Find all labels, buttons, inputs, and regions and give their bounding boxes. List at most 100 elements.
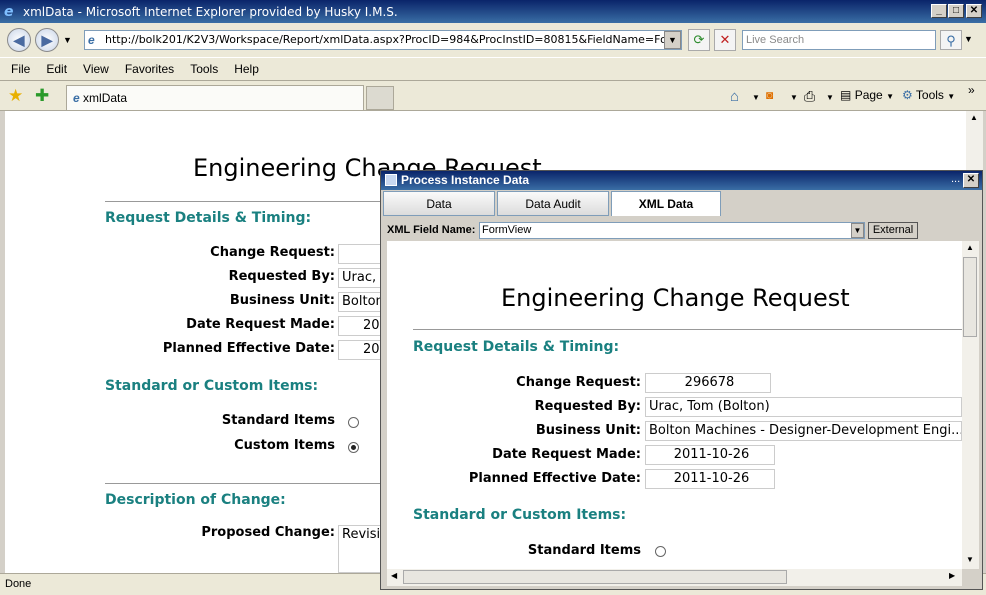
dialog-date-request-made-label: Date Request Made: [492,447,641,462]
page-menu-chevron-icon: ▼ [886,92,894,101]
tab-xml-data[interactable]: XML Data [611,191,721,216]
dialog-scroll-right-icon[interactable]: ▶ [949,571,955,580]
dialog-title: Process Instance Data [401,173,530,187]
dialog-standard-items-label: Standard Items [527,543,641,558]
dialog-planned-effective-date-field: 2011-10-26 [645,469,775,489]
section-request-details: Request Details & Timing: [105,210,312,226]
search-input[interactable]: Live Search [742,30,936,50]
address-dropdown-chevron-icon[interactable]: ▼ [664,31,681,49]
home-icon[interactable]: ⌂ [730,88,739,105]
business-unit-label: Business Unit: [229,293,335,308]
minimize-button[interactable]: _ [931,4,947,18]
menu-tools[interactable]: Tools [190,62,218,76]
window-titlebar: e xmlData - Microsoft Internet Explorer … [0,0,986,23]
section-description: Description of Change: [105,492,286,508]
dialog-page-title: Engineering Change Request [501,284,850,312]
page-menu-label: Page [854,88,883,102]
dialog-date-request-made-field: 2011-10-26 [645,445,775,465]
xml-field-select[interactable]: FormView [479,222,865,239]
page-menu-button[interactable]: ▤ Page ▼ [840,88,894,102]
favorites-star-icon[interactable]: ★ [8,86,23,106]
dialog-hscroll-thumb[interactable] [403,570,787,584]
dialog-section-request-details: Request Details & Timing: [413,339,620,355]
print-icon[interactable]: ⎙ [804,88,815,105]
tab-xmldata[interactable]: e xmlData [66,85,364,110]
print-chevron-icon[interactable]: ▼ [826,93,834,102]
dialog-scroll-down-icon[interactable]: ▼ [966,555,974,564]
dialog-window-icon [385,174,397,186]
status-text: Done [5,578,32,590]
dialog-vertical-scrollbar[interactable]: ▲ ▼ [962,241,979,569]
dialog-titlebar: Process Instance Data [381,171,982,190]
tab-data-audit[interactable]: Data Audit [497,191,609,216]
menu-bar: File Edit View Favorites Tools Help [0,57,986,81]
tab-page-icon: e [73,91,80,105]
standard-items-radio[interactable] [348,417,359,428]
refresh-button[interactable]: ⟳ [688,29,710,51]
feeds-chevron-icon[interactable]: ▼ [790,93,798,102]
menu-file[interactable]: File [11,62,30,76]
xml-field-label: XML Field Name: [387,224,476,236]
scroll-up-icon[interactable]: ▲ [970,113,978,122]
dialog-title-divider [413,329,962,330]
ie-logo-icon: e [4,3,14,20]
menu-view[interactable]: View [83,62,109,76]
close-button[interactable]: ✕ [966,4,982,18]
search-options-chevron-icon[interactable]: ▼ [964,34,973,44]
requested-by-label: Requested By: [228,269,335,284]
dialog-more-icon[interactable]: ... [951,173,960,185]
proposed-change-label: Proposed Change: [201,525,335,540]
toolbar-overflow-icon[interactable]: » [968,83,975,97]
tab-label: xmlData [83,91,128,105]
dialog-planned-effective-date-label: Planned Effective Date: [468,471,641,486]
dialog-xml-content: Engineering Change Request Request Detai… [387,241,962,571]
tools-menu-label: Tools [915,88,944,102]
page-menu-icon: ▤ [840,88,852,102]
forward-button[interactable]: ▶ [35,28,59,52]
tools-menu-button[interactable]: ⚙ Tools ▼ [902,88,955,102]
dialog-scroll-left-icon[interactable]: ◀ [391,571,397,580]
maximize-button[interactable]: □ [948,4,964,18]
xml-field-value: FormView [482,224,532,236]
external-button[interactable]: External [868,222,918,239]
dialog-close-button[interactable]: ✕ [963,173,979,188]
tab-data[interactable]: Data [383,191,495,216]
address-input[interactable]: http://bolk201/K2V3/Workspace/Report/xml… [84,30,682,50]
dialog-standard-items-radio[interactable] [655,546,666,557]
dialog-requested-by-label: Requested By: [534,399,641,414]
page-icon: e [88,33,95,47]
dialog-scroll-up-icon[interactable]: ▲ [966,243,974,252]
search-placeholder: Live Search [746,34,805,46]
dialog-scroll-thumb[interactable] [963,257,977,337]
add-favorite-icon[interactable]: ✚ [35,86,49,106]
dialog-section-standard-custom: Standard or Custom Items: [413,507,627,523]
gear-icon: ⚙ [902,88,913,102]
dialog-business-unit-label: Business Unit: [535,423,641,438]
planned-effective-date-label: Planned Effective Date: [162,341,335,356]
stop-button[interactable]: ✕ [714,29,736,51]
standard-items-label: Standard Items [221,413,335,428]
menu-favorites[interactable]: Favorites [125,62,174,76]
feeds-icon[interactable]: ◙ [766,88,773,102]
new-tab-button[interactable] [366,86,394,110]
custom-items-radio[interactable] [348,442,359,453]
custom-items-label: Custom Items [234,438,335,453]
recent-pages-chevron-icon[interactable]: ▼ [63,35,72,45]
date-request-made-label: Date Request Made: [186,317,335,332]
tools-menu-chevron-icon: ▼ [947,92,956,101]
menu-help[interactable]: Help [234,62,259,76]
title-divider [105,201,395,202]
section-standard-custom: Standard or Custom Items: [105,378,319,394]
dialog-change-request-label: Change Request: [516,375,641,390]
back-button[interactable]: ◀ [7,28,31,52]
address-text: http://bolk201/K2V3/Workspace/Report/xml… [105,33,682,46]
dialog-change-request-field: 296678 [645,373,771,393]
description-divider [105,483,395,484]
menu-edit[interactable]: Edit [46,62,67,76]
window-title: xmlData - Microsoft Internet Explorer pr… [23,4,398,19]
xml-field-chevron-down-icon[interactable]: ▼ [851,223,864,238]
search-icon[interactable]: ⚲ [940,30,962,50]
change-request-label: Change Request: [210,245,335,260]
dialog-horizontal-scrollbar[interactable]: ◀ ▶ [387,569,962,586]
home-chevron-icon[interactable]: ▼ [752,93,760,102]
